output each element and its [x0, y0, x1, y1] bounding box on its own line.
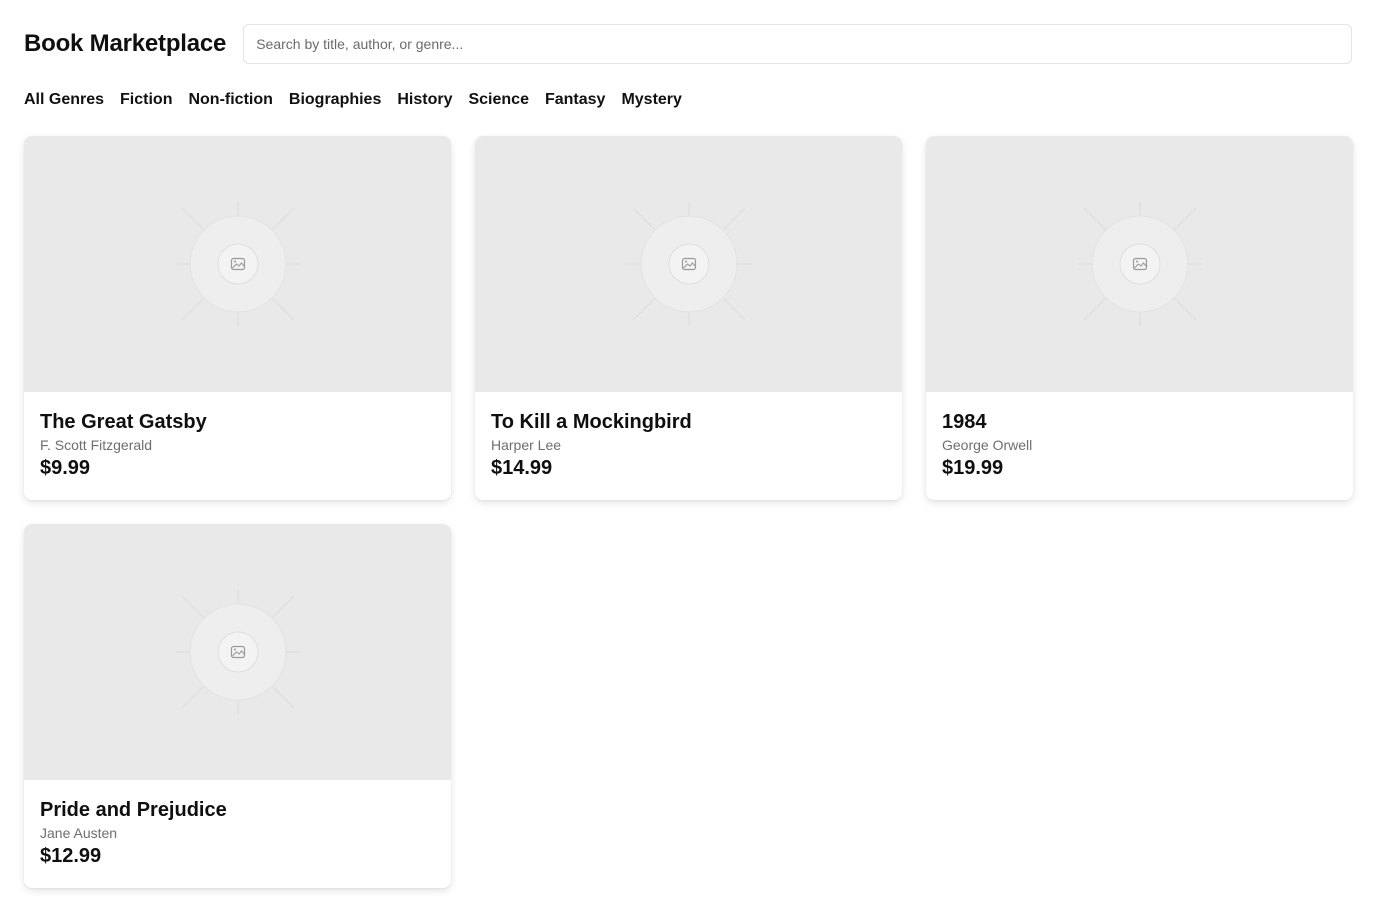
genre-link-science[interactable]: Science	[468, 91, 528, 109]
book-author: Harper Lee	[491, 437, 562, 453]
book-price: $12.99	[40, 845, 102, 867]
genre-link-fantasy[interactable]: Fantasy	[545, 91, 605, 109]
book-cover	[926, 136, 1353, 392]
image-placeholder-icon	[1077, 202, 1202, 326]
book-price: $14.99	[491, 457, 553, 479]
book-card-body: 1984 George Orwell $19.99	[926, 392, 1353, 480]
genre-link-mystery[interactable]: Mystery	[621, 91, 681, 109]
book-title: To Kill a Mockingbird	[491, 411, 692, 433]
image-placeholder-icon	[175, 202, 300, 326]
genre-link-fiction[interactable]: Fiction	[120, 91, 172, 109]
book-cover	[24, 136, 451, 392]
book-card-body: The Great Gatsby F. Scott Fitzgerald $9.…	[24, 392, 451, 480]
book-card[interactable]: 1984 George Orwell $19.99	[926, 136, 1353, 500]
genre-link-history[interactable]: History	[397, 91, 452, 109]
book-cover	[475, 136, 902, 392]
book-author: F. Scott Fitzgerald	[40, 437, 153, 453]
page: Book Marketplace All Genres Fiction Non-…	[0, 0, 1376, 912]
image-placeholder-icon	[175, 590, 300, 714]
image-placeholder-icon	[626, 202, 751, 326]
book-title: 1984	[942, 411, 987, 433]
genre-link-all-genres[interactable]: All Genres	[24, 91, 104, 109]
book-card[interactable]: To Kill a Mockingbird Harper Lee $14.99	[475, 136, 902, 500]
genre-nav: All Genres Fiction Non-fiction Biographi…	[24, 90, 1352, 110]
search-input[interactable]	[243, 24, 1352, 64]
book-grid: The Great Gatsby F. Scott Fitzgerald $9.…	[24, 136, 1353, 888]
book-author: George Orwell	[942, 437, 1033, 453]
app-title: Book Marketplace	[24, 30, 227, 57]
book-title: Pride and Prejudice	[40, 799, 227, 821]
book-card-body: Pride and Prejudice Jane Austen $12.99	[24, 780, 451, 868]
genre-link-biographies[interactable]: Biographies	[289, 91, 381, 109]
book-author: Jane Austen	[40, 825, 118, 841]
book-cover	[24, 524, 451, 780]
header: Book Marketplace	[24, 24, 1352, 64]
book-price: $9.99	[40, 457, 91, 479]
genre-link-non-fiction[interactable]: Non-fiction	[188, 91, 272, 109]
book-price: $19.99	[942, 457, 1004, 479]
book-card[interactable]: Pride and Prejudice Jane Austen $12.99	[24, 524, 451, 888]
book-card-body: To Kill a Mockingbird Harper Lee $14.99	[475, 392, 902, 480]
book-card[interactable]: The Great Gatsby F. Scott Fitzgerald $9.…	[24, 136, 451, 500]
book-title: The Great Gatsby	[40, 411, 207, 433]
